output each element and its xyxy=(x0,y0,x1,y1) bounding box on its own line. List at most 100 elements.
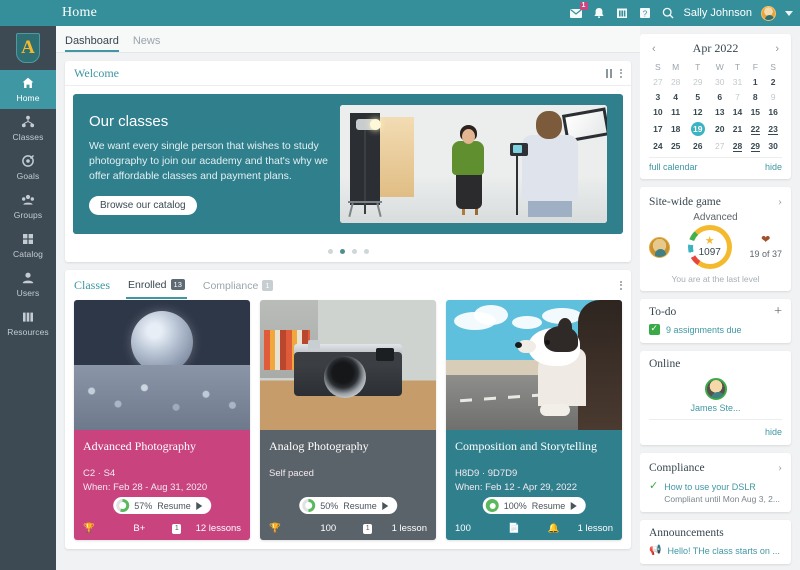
calendar-day[interactable]: 19 xyxy=(685,119,711,138)
calendar-hide-link[interactable]: hide xyxy=(765,162,782,172)
calendar-day[interactable]: 15 xyxy=(746,104,764,119)
calendar-day[interactable]: 26 xyxy=(685,138,711,153)
calendar-day[interactable]: 28 xyxy=(729,138,747,153)
users-icon xyxy=(21,271,35,285)
help-icon[interactable]: ? xyxy=(638,6,652,20)
calendar-prev-button[interactable]: ‹ xyxy=(649,43,659,55)
chevron-right-icon[interactable]: › xyxy=(778,460,782,475)
calendar-day[interactable]: 8 xyxy=(746,89,764,104)
carousel-dot[interactable] xyxy=(327,249,333,254)
compliance-item[interactable]: ✓ How to use your DSLR Compliant until M… xyxy=(649,481,782,505)
calendar-day[interactable]: 12 xyxy=(685,104,711,119)
calendar-day[interactable]: 18 xyxy=(667,119,685,138)
sidebar-item-label: Resources xyxy=(7,327,49,337)
calendar-day[interactable]: 30 xyxy=(764,138,782,153)
sidebar-item-classes[interactable]: Classes xyxy=(0,109,56,148)
calendar-icon[interactable] xyxy=(615,6,629,20)
add-todo-button[interactable]: + xyxy=(774,305,782,319)
online-hide-link[interactable]: hide xyxy=(765,427,782,437)
calendar-day[interactable]: 10 xyxy=(649,104,667,119)
resume-button[interactable]: 57% Resume xyxy=(113,497,211,514)
calendar-day[interactable]: 27 xyxy=(649,74,667,89)
class-code: H8D9 · 9D7D9 xyxy=(455,468,518,479)
dog-in-car-photo xyxy=(446,300,622,430)
more-options-icon[interactable] xyxy=(620,68,622,78)
calendar-day[interactable]: 6 xyxy=(711,89,729,104)
calendar-day[interactable]: 21 xyxy=(729,119,747,138)
class-dates: When: Feb 12 - Apr 29, 2022 xyxy=(455,482,577,493)
play-icon xyxy=(570,501,577,510)
sidebar-item-catalog[interactable]: Catalog xyxy=(0,226,56,265)
calendar-day[interactable]: 29 xyxy=(746,138,764,153)
mail-icon[interactable]: 1 xyxy=(569,2,588,20)
class-card[interactable]: Composition and Storytelling H8D9 · 9D7D… xyxy=(446,300,622,540)
announcement-text: Hello! THe class starts on ... xyxy=(667,546,780,556)
tab-compliance[interactable]: Compliance 1 xyxy=(201,273,275,298)
calendar-day[interactable]: 20 xyxy=(711,119,729,138)
sidebar-item-groups[interactable]: Groups xyxy=(0,187,56,226)
calendar-weekday: M xyxy=(672,62,680,72)
carousel-dot[interactable] xyxy=(363,249,369,254)
sidebar-item-home[interactable]: Home xyxy=(0,70,56,109)
calendar-footer: full calendar hide xyxy=(649,157,782,172)
search-icon[interactable] xyxy=(661,6,675,20)
class-card[interactable]: Analog Photography Self paced 50% Resume… xyxy=(260,300,436,540)
calendar-day[interactable]: 25 xyxy=(667,138,685,153)
calendar-day[interactable]: 27 xyxy=(711,138,729,153)
calendar-next-button[interactable]: › xyxy=(772,43,782,55)
avatar[interactable] xyxy=(704,378,727,400)
mail-badge: 1 xyxy=(579,2,588,10)
online-user[interactable]: James Ste... xyxy=(649,378,782,413)
calendar-day[interactable]: 31 xyxy=(729,74,747,89)
calendar-day[interactable]: 4 xyxy=(667,89,685,104)
calendar-day[interactable]: 16 xyxy=(764,104,782,119)
calendar-day[interactable]: 24 xyxy=(649,138,667,153)
game-points: 1097 xyxy=(698,247,721,258)
class-card[interactable]: Advanced Photography C2 · S4 When: Feb 2… xyxy=(74,300,250,540)
tab-compliance-count: 1 xyxy=(262,280,273,291)
calendar-day[interactable]: 30 xyxy=(711,74,729,89)
calendar-day[interactable]: 14 xyxy=(729,104,747,119)
avatar[interactable] xyxy=(761,5,776,21)
calendar-day[interactable]: 17 xyxy=(649,119,667,138)
announcement-item[interactable]: 📢 Hello! THe class starts on ... xyxy=(649,545,782,557)
checkbox-icon[interactable] xyxy=(649,323,660,335)
calendar-day[interactable]: 23 xyxy=(764,119,782,138)
calendar-day[interactable]: 11 xyxy=(667,104,685,119)
calendar-day[interactable]: 3 xyxy=(649,89,667,104)
calendar-day[interactable]: 22 xyxy=(746,119,764,138)
svg-text:?: ? xyxy=(642,10,647,19)
welcome-card-header: Welcome xyxy=(65,61,631,86)
tab-enrolled[interactable]: Enrolled 13 xyxy=(126,272,187,299)
sidebar-item-resources[interactable]: Resources xyxy=(0,304,56,343)
sidebar-item-goals[interactable]: Goals xyxy=(0,148,56,187)
calendar-day[interactable]: 7 xyxy=(729,89,747,104)
calendar-day[interactable]: 29 xyxy=(685,74,711,89)
pause-icon[interactable] xyxy=(606,68,612,78)
tab-news[interactable]: News xyxy=(133,35,161,52)
classes-more-options-icon[interactable] xyxy=(620,280,622,290)
user-name[interactable]: Sally Johnson xyxy=(684,7,753,19)
chevron-right-icon[interactable]: › xyxy=(778,194,782,209)
calendar-day[interactable]: 9 xyxy=(764,89,782,104)
calendar-day[interactable]: 1 xyxy=(746,74,764,89)
bell-icon[interactable] xyxy=(592,6,606,20)
calendar-month: Apr 2022 xyxy=(692,41,739,55)
sidebar-item-users[interactable]: Users xyxy=(0,265,56,304)
check-icon: ✓ xyxy=(649,480,659,492)
calendar-day[interactable]: 5 xyxy=(685,89,711,104)
logo[interactable]: A xyxy=(16,26,40,70)
resume-button[interactable]: 100% Resume xyxy=(482,497,586,514)
calendar-day[interactable]: 2 xyxy=(764,74,782,89)
tab-dashboard[interactable]: Dashboard xyxy=(65,35,119,52)
calendar-day[interactable]: 28 xyxy=(667,74,685,89)
resume-button[interactable]: 50% Resume xyxy=(299,497,397,514)
full-calendar-link[interactable]: full calendar xyxy=(649,162,698,172)
carousel-dot[interactable] xyxy=(351,249,357,254)
play-icon xyxy=(381,501,388,510)
calendar-day[interactable]: 13 xyxy=(711,104,729,119)
todo-item[interactable]: 9 assignments due xyxy=(649,323,782,336)
carousel-dot[interactable] xyxy=(339,249,345,254)
chevron-down-icon[interactable] xyxy=(785,10,793,16)
browse-catalog-button[interactable]: Browse our catalog xyxy=(89,196,197,215)
